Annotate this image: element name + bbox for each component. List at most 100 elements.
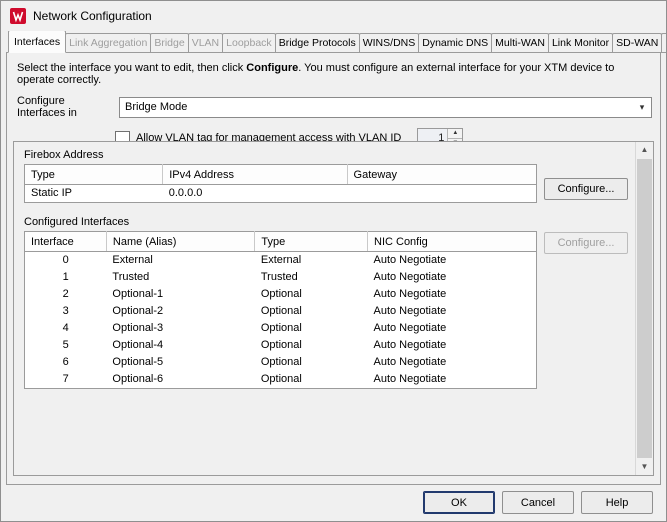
cell-name: Optional-4 xyxy=(112,339,164,351)
configured-interfaces-header-row: Interface Name (Alias) Type NIC Config xyxy=(24,231,537,252)
scroll-content: Firebox Address Type IPv4 Address Gatewa… xyxy=(14,142,636,475)
firebox-address-section: Type IPv4 Address Gateway Static IP 0.0.… xyxy=(24,164,628,203)
network-configuration-dialog: Network Configuration Interfaces Link Ag… xyxy=(0,0,667,522)
cell-nic: Auto Negotiate xyxy=(373,305,447,317)
table-row[interactable]: 6 Optional-5 Optional Auto Negotiate xyxy=(25,354,537,371)
col-header-nic-config[interactable]: NIC Config xyxy=(367,231,537,252)
cell-interface: 1 xyxy=(62,271,69,283)
tab-multi-wan[interactable]: Multi-WAN xyxy=(491,33,549,53)
cell-interface: 5 xyxy=(62,339,69,351)
help-button[interactable]: Help xyxy=(581,491,653,514)
cell-interface: 4 xyxy=(62,322,69,334)
cell-gateway xyxy=(347,185,536,203)
col-header-type[interactable]: Type xyxy=(254,231,368,252)
col-header-name-alias[interactable]: Name (Alias) xyxy=(106,231,256,252)
cell-type: Optional xyxy=(260,373,302,385)
scrollbar-up-icon[interactable]: ▲ xyxy=(636,142,653,158)
cell-nic: Auto Negotiate xyxy=(373,356,447,368)
vertical-scrollbar[interactable]: ▲ ▼ xyxy=(635,142,653,475)
scrollbar-down-icon[interactable]: ▼ xyxy=(636,459,653,475)
combo-selected-value: Bridge Mode xyxy=(125,101,188,113)
interface-button-column: Configure... xyxy=(544,231,628,254)
cell-name: External xyxy=(112,254,153,266)
configure-interfaces-label: Configure Interfaces in xyxy=(17,95,77,119)
configure-interfaces-select[interactable]: Bridge Mode ▾ xyxy=(119,96,652,118)
configured-interfaces-section: Interface Name (Alias) Type NIC Config 0… xyxy=(24,231,628,389)
ok-button[interactable]: OK xyxy=(423,491,495,514)
tab-dynamic-dns[interactable]: Dynamic DNS xyxy=(418,33,493,53)
col-header-interface[interactable]: Interface xyxy=(24,231,107,252)
instruction-text: Select the interface you want to edit, t… xyxy=(17,62,650,86)
cell-name: Optional-2 xyxy=(112,305,164,317)
firebox-address-header-row: Type IPv4 Address Gateway xyxy=(24,164,537,185)
cell-interface: 6 xyxy=(62,356,69,368)
tab-bridge[interactable]: Bridge xyxy=(150,33,189,53)
table-row[interactable]: 7 Optional-6 Optional Auto Negotiate xyxy=(25,371,537,389)
table-row[interactable]: 0 External External Auto Negotiate xyxy=(25,252,537,270)
spinner-up-icon[interactable]: ▲ xyxy=(448,129,463,139)
cell-type: Optional xyxy=(260,322,302,334)
tab-pppoe[interactable]: PPPoE xyxy=(661,33,666,53)
scrollbar-thumb[interactable] xyxy=(637,159,652,458)
firebox-address-title: Firebox Address xyxy=(24,149,104,161)
tab-vlan[interactable]: VLAN xyxy=(187,33,224,53)
table-row[interactable]: 5 Optional-4 Optional Auto Negotiate xyxy=(25,337,537,354)
cell-nic: Auto Negotiate xyxy=(373,288,447,300)
cell-name: Optional-1 xyxy=(112,288,164,300)
col-header-ipv4-address[interactable]: IPv4 Address xyxy=(162,164,348,185)
tab-interfaces[interactable]: Interfaces xyxy=(8,31,67,53)
cell-interface: 3 xyxy=(62,305,69,317)
window-title: Network Configuration xyxy=(33,9,152,23)
tab-wins-dns[interactable]: WINS/DNS xyxy=(358,33,420,53)
table-row[interactable]: 3 Optional-2 Optional Auto Negotiate xyxy=(25,303,537,320)
cell-type: Optional xyxy=(260,356,302,368)
interfaces-tab-panel: Select the interface you want to edit, t… xyxy=(6,52,661,485)
cell-name: Optional-6 xyxy=(112,373,164,385)
instruction-bold: Configure xyxy=(246,62,299,74)
cell-name: Optional-3 xyxy=(112,322,164,334)
cell-type: Trusted xyxy=(260,271,298,283)
tab-loopback[interactable]: Loopback xyxy=(222,33,276,53)
firebox-configure-button[interactable]: Configure... xyxy=(544,178,628,200)
cell-nic: Auto Negotiate xyxy=(373,271,447,283)
cell-interface: 2 xyxy=(62,288,69,300)
tab-bridge-protocols[interactable]: Bridge Protocols xyxy=(274,33,360,53)
instruction-pre: Select the interface you want to edit, t… xyxy=(17,62,247,74)
cell-type: Optional xyxy=(260,288,302,300)
cell-name: Trusted xyxy=(112,271,150,283)
tab-sd-wan[interactable]: SD-WAN xyxy=(612,33,663,53)
cell-interface: 7 xyxy=(62,373,69,385)
cell-nic: Auto Negotiate xyxy=(373,339,447,351)
cancel-button[interactable]: Cancel xyxy=(502,491,574,514)
configured-interfaces-table: Interface Name (Alias) Type NIC Config 0… xyxy=(24,231,537,389)
table-row[interactable]: Static IP 0.0.0.0 xyxy=(25,185,537,203)
interface-configure-button[interactable]: Configure... xyxy=(544,232,628,254)
configured-interfaces-title: Configured Interfaces xyxy=(24,216,130,228)
tab-link-aggregation[interactable]: Link Aggregation xyxy=(65,33,152,53)
cell-type: Optional xyxy=(260,305,302,317)
tab-link-monitor[interactable]: Link Monitor xyxy=(547,33,614,53)
cell-type: Static IP xyxy=(31,187,72,199)
cell-name: Optional-5 xyxy=(112,356,164,368)
cell-nic: Auto Negotiate xyxy=(373,373,447,385)
cell-interface: 0 xyxy=(62,254,69,266)
table-row[interactable]: 4 Optional-3 Optional Auto Negotiate xyxy=(25,320,537,337)
tab-strip: Interfaces Link Aggregation Bridge VLAN … xyxy=(1,31,666,53)
table-row[interactable]: 1 Trusted Trusted Auto Negotiate xyxy=(25,269,537,286)
col-header-gateway[interactable]: Gateway xyxy=(347,164,537,185)
firebox-button-column: Configure... xyxy=(544,164,628,200)
firebox-address-table: Type IPv4 Address Gateway Static IP 0.0.… xyxy=(24,164,537,203)
dialog-footer: OK Cancel Help xyxy=(423,491,653,514)
app-icon xyxy=(10,8,26,24)
cell-nic: Auto Negotiate xyxy=(373,322,447,334)
cell-type: Optional xyxy=(260,339,302,351)
title-bar[interactable]: Network Configuration xyxy=(1,1,666,31)
interfaces-scroll-panel: Firebox Address Type IPv4 Address Gatewa… xyxy=(13,141,654,476)
cell-nic: Auto Negotiate xyxy=(373,254,447,266)
col-header-type[interactable]: Type xyxy=(24,164,164,185)
table-row[interactable]: 2 Optional-1 Optional Auto Negotiate xyxy=(25,286,537,303)
configure-interfaces-row: Configure Interfaces in Bridge Mode ▾ xyxy=(17,95,652,119)
cell-type: External xyxy=(260,254,302,266)
cell-ipv4: 0.0.0.0 xyxy=(168,187,203,199)
chevron-down-icon[interactable]: ▾ xyxy=(633,102,651,113)
